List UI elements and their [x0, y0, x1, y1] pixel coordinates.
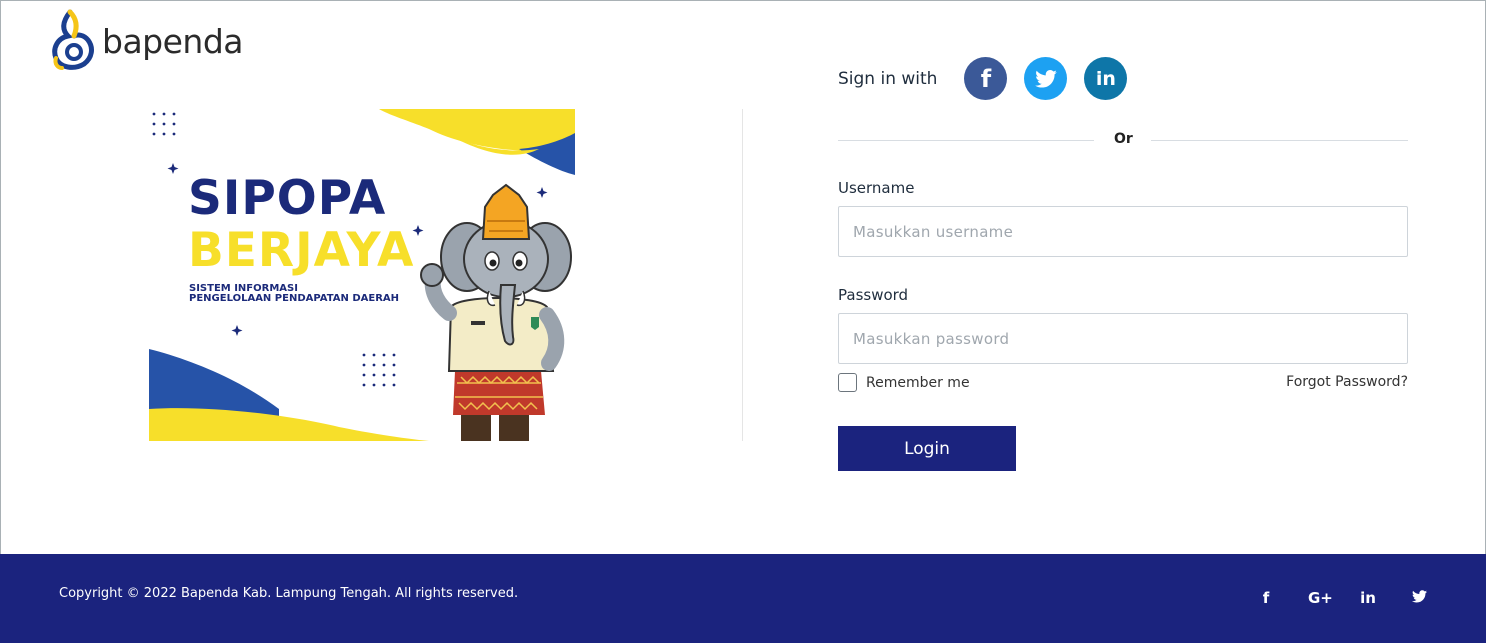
or-divider: Or [838, 130, 1408, 150]
twitter-signin-button[interactable] [1024, 57, 1068, 100]
username-label: Username [838, 179, 915, 197]
password-label: Password [838, 286, 909, 304]
facebook-signin-button[interactable]: f [964, 57, 1008, 100]
twitter-bird-glyph [1411, 590, 1427, 603]
linkedin-icon[interactable]: in [1359, 589, 1377, 607]
remember-me-checkbox[interactable] [838, 373, 857, 392]
remember-me[interactable]: Remember me [838, 373, 970, 392]
twitter-icon[interactable] [1410, 589, 1428, 607]
social-signin-row: Sign in with f in [838, 57, 1144, 100]
login-button[interactable]: Login [838, 426, 1016, 471]
banner-title-berjaya: BERJAYA [188, 223, 415, 278]
vertical-divider [742, 109, 743, 441]
facebook-icon[interactable]: f [1257, 589, 1275, 607]
banner-title-sipopa: SIPOPA [188, 171, 387, 226]
google-plus-icon[interactable]: G+ [1308, 589, 1333, 607]
footer: Copyright © 2022 Bapenda Kab. Lampung Te… [0, 554, 1486, 643]
forgot-password-link[interactable]: Forgot Password? [1286, 374, 1408, 390]
footer-copyright: Copyright © 2022 Bapenda Kab. Lampung Te… [59, 586, 519, 601]
footer-social-links: f G+ in [1224, 589, 1428, 607]
password-input[interactable] [838, 313, 1408, 364]
banner-subtitle: SISTEM INFORMASI PENGELOLAAN PENDAPATAN … [189, 284, 419, 304]
banner-subtitle-line2: PENGELOLAAN PENDAPATAN DAERAH [189, 293, 400, 304]
or-divider-line-right [1151, 140, 1408, 141]
bapenda-logo-icon [52, 9, 94, 70]
linkedin-icon: in [1095, 67, 1116, 90]
brand-logo[interactable]: bapenda [52, 8, 244, 70]
brand-name: bapenda [102, 21, 244, 61]
sipopa-banner-image: SIPOPA BERJAYA SISTEM INFORMASI PENGELOL… [149, 109, 575, 441]
remember-me-label: Remember me [866, 374, 970, 391]
facebook-icon: f [980, 64, 992, 93]
sign-in-with-label: Sign in with [838, 68, 938, 89]
username-input[interactable] [838, 206, 1408, 257]
or-divider-line-left [838, 140, 1094, 141]
elephant-mascot [420, 183, 572, 441]
twitter-icon [1035, 69, 1057, 88]
linkedin-signin-button[interactable]: in [1084, 57, 1128, 100]
or-label: Or [1114, 131, 1133, 147]
